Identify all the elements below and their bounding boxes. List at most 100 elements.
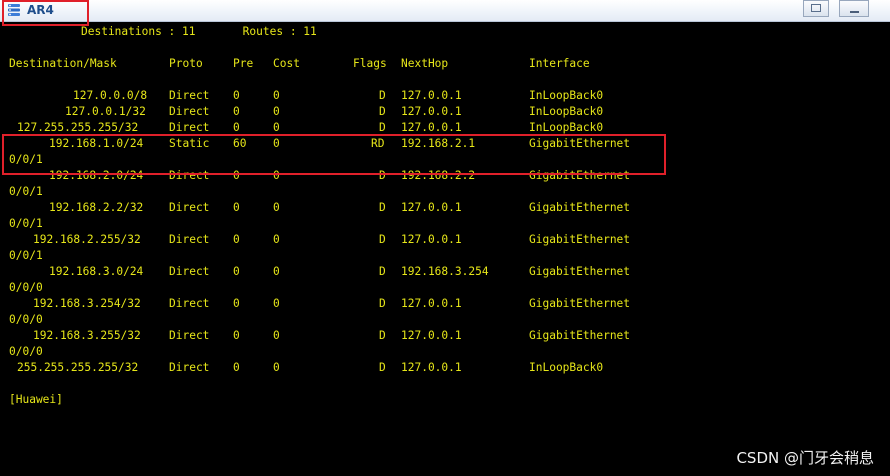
terminal-output[interactable]: Destinations : 11 Routes : 11 Destination… xyxy=(0,22,890,476)
cell-cost: 0 xyxy=(273,89,280,102)
column-header: Cost xyxy=(273,57,300,70)
cell-proto: Direct xyxy=(169,297,210,310)
cell-iface: GigabitEthernet xyxy=(529,297,631,310)
cell-flags: D xyxy=(379,105,386,118)
cell-proto: Direct xyxy=(169,265,210,278)
cell-cost: 0 xyxy=(273,105,280,118)
cell-iface: InLoopBack0 xyxy=(529,105,604,118)
cell-proto: Direct xyxy=(169,89,210,102)
cell-iface: InLoopBack0 xyxy=(529,121,604,134)
cell-proto: Direct xyxy=(169,121,210,134)
cell-flags: D xyxy=(379,201,386,214)
cell-pre: 0 xyxy=(233,297,240,310)
watermark: CSDN @门牙会稍息 xyxy=(736,449,874,467)
cell-dest: 192.168.3.254/32 xyxy=(33,297,141,310)
cell-proto: Direct xyxy=(169,169,210,182)
cell-flags: D xyxy=(379,121,386,134)
column-header: Pre xyxy=(233,57,254,70)
cell-dest: 192.168.3.0/24 xyxy=(49,265,144,278)
cli-prompt: [Huawei] xyxy=(9,393,63,406)
cell-pre: 60 xyxy=(233,137,247,150)
interface-continuation: 0/0/1 xyxy=(9,217,43,230)
cell-cost: 0 xyxy=(273,137,280,150)
column-header: Flags xyxy=(353,57,387,70)
cell-pre: 0 xyxy=(233,233,240,246)
cell-nexthop: 127.0.0.1 xyxy=(401,233,462,246)
column-header: NextHop xyxy=(401,57,449,70)
cell-flags: D xyxy=(379,265,386,278)
cell-proto: Direct xyxy=(169,329,210,342)
cell-cost: 0 xyxy=(273,169,280,182)
cell-dest: 127.255.255.255/32 xyxy=(17,121,139,134)
cell-cost: 0 xyxy=(273,361,280,374)
cell-flags: RD xyxy=(371,137,385,150)
cell-iface: GigabitEthernet xyxy=(529,137,631,150)
cell-nexthop: 192.168.2.1 xyxy=(401,137,476,150)
cell-nexthop: 127.0.0.1 xyxy=(401,297,462,310)
interface-continuation: 0/0/0 xyxy=(9,345,43,358)
cell-cost: 0 xyxy=(273,233,280,246)
column-header: Destination/Mask xyxy=(9,57,117,70)
cell-iface: GigabitEthernet xyxy=(529,329,631,342)
cell-dest: 192.168.2.0/24 xyxy=(49,169,144,182)
cell-flags: D xyxy=(379,329,386,342)
cell-pre: 0 xyxy=(233,265,240,278)
cell-cost: 0 xyxy=(273,265,280,278)
cell-flags: D xyxy=(379,297,386,310)
cell-iface: InLoopBack0 xyxy=(529,361,604,374)
cell-nexthop: 127.0.0.1 xyxy=(401,329,462,342)
cell-nexthop: 127.0.0.1 xyxy=(401,121,462,134)
cell-dest: 127.0.0.0/8 xyxy=(73,89,148,102)
cell-flags: D xyxy=(379,169,386,182)
cell-nexthop: 192.168.3.254 xyxy=(401,265,489,278)
minimize-icon xyxy=(850,11,859,13)
cell-iface: GigabitEthernet xyxy=(529,233,631,246)
window-title: AR4 xyxy=(27,3,54,17)
cell-cost: 0 xyxy=(273,297,280,310)
cell-nexthop: 127.0.0.1 xyxy=(401,89,462,102)
cell-dest: 255.255.255.255/32 xyxy=(17,361,139,374)
interface-continuation: 0/0/0 xyxy=(9,313,43,326)
cell-dest: 192.168.2.2/32 xyxy=(49,201,144,214)
cell-nexthop: 127.0.0.1 xyxy=(401,361,462,374)
column-header: Interface xyxy=(529,57,590,70)
cell-iface: InLoopBack0 xyxy=(529,89,604,102)
cell-dest: 127.0.0.1/32 xyxy=(65,105,146,118)
cell-flags: D xyxy=(379,233,386,246)
cell-nexthop: 192.168.2.2 xyxy=(401,169,476,182)
column-header: Proto xyxy=(169,57,203,70)
cell-pre: 0 xyxy=(233,169,240,182)
interface-continuation: 0/0/1 xyxy=(9,249,43,262)
cell-dest: 192.168.1.0/24 xyxy=(49,137,144,150)
cell-pre: 0 xyxy=(233,89,240,102)
cell-proto: Direct xyxy=(169,233,210,246)
cell-dest: 192.168.2.255/32 xyxy=(33,233,141,246)
cell-proto: Direct xyxy=(169,361,210,374)
cell-proto: Direct xyxy=(169,201,210,214)
cell-nexthop: 127.0.0.1 xyxy=(401,201,462,214)
cell-nexthop: 127.0.0.1 xyxy=(401,105,462,118)
cell-iface: GigabitEthernet xyxy=(529,169,631,182)
cell-proto: Static xyxy=(169,137,210,150)
cell-pre: 0 xyxy=(233,105,240,118)
cell-flags: D xyxy=(379,89,386,102)
interface-continuation: 0/0/1 xyxy=(9,185,43,198)
destinations-count: Destinations : 11 xyxy=(81,25,196,38)
interface-continuation: 0/0/1 xyxy=(9,153,43,166)
cell-dest: 192.168.3.255/32 xyxy=(33,329,141,342)
cell-cost: 0 xyxy=(273,329,280,342)
cell-pre: 0 xyxy=(233,329,240,342)
interface-continuation: 0/0/0 xyxy=(9,281,43,294)
minimize-button[interactable] xyxy=(839,0,869,17)
router-app-icon xyxy=(8,4,20,16)
cell-cost: 0 xyxy=(273,121,280,134)
routes-count: Routes : 11 xyxy=(242,25,317,38)
cell-iface: GigabitEthernet xyxy=(529,201,631,214)
cell-pre: 0 xyxy=(233,121,240,134)
cell-flags: D xyxy=(379,361,386,374)
restore-button[interactable] xyxy=(803,0,829,17)
cell-iface: GigabitEthernet xyxy=(529,265,631,278)
window-titlebar: AR4 xyxy=(0,0,890,26)
route-summary: Destinations : 11 Routes : 11 xyxy=(81,24,317,40)
restore-icon xyxy=(811,4,821,12)
